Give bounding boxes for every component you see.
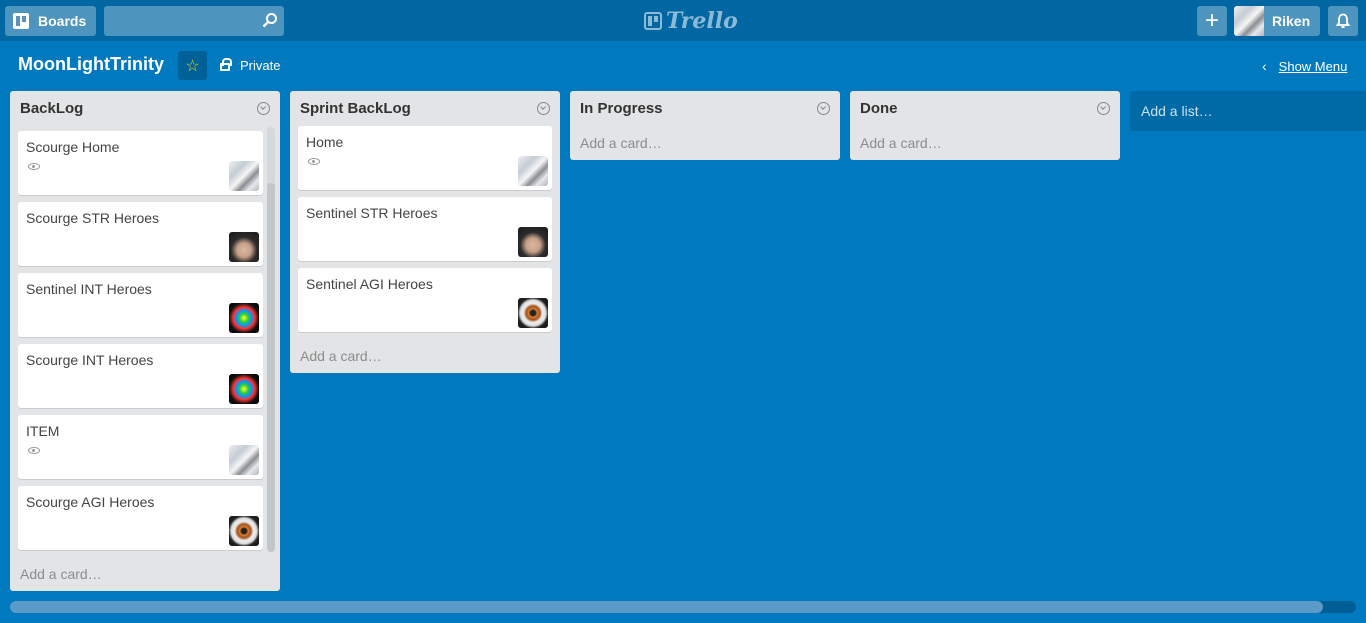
plus-icon: +: [1204, 7, 1219, 34]
member-avatar[interactable]: [518, 298, 548, 328]
list-menu-icon[interactable]: [817, 101, 830, 115]
watch-eye-icon: [308, 158, 320, 165]
card-scourge-int-heroes[interactable]: Scourge INT Heroes: [18, 344, 263, 408]
star-icon: ☆: [185, 57, 200, 75]
show-menu-label: Show Menu: [1278, 58, 1348, 74]
card-title: Scourge AGI Heroes: [26, 494, 155, 510]
visibility-label: Private: [240, 58, 281, 73]
list-menu-icon[interactable]: [537, 101, 550, 115]
card-scourge-agi-heroes[interactable]: Scourge AGI Heroes: [18, 486, 263, 550]
list-title[interactable]: Sprint BackLog: [300, 100, 411, 117]
card-sentinel-agi-heroes[interactable]: Sentinel AGI Heroes: [298, 268, 552, 332]
user-menu-button[interactable]: Riken: [1234, 6, 1320, 36]
member-avatar[interactable]: [229, 374, 259, 404]
add-list-button[interactable]: Add a list…: [1130, 91, 1366, 131]
add-card-link[interactable]: Add a card…: [860, 135, 942, 151]
list-sprint-backlog: Sprint BackLog Home Sentinel STR Heroes …: [290, 91, 560, 373]
show-menu-link[interactable]: ‹ Show Menu: [1262, 58, 1347, 74]
user-name: Riken: [1272, 13, 1311, 29]
member-avatar[interactable]: [229, 232, 259, 262]
watch-eye-icon: [28, 163, 40, 170]
trello-logo-text: Trello: [666, 8, 738, 34]
lock-icon: [220, 58, 232, 71]
list-menu-icon[interactable]: [1097, 101, 1110, 115]
member-avatar[interactable]: [229, 445, 259, 475]
watch-eye-icon: [28, 447, 40, 454]
member-avatar[interactable]: [518, 156, 548, 186]
add-card-link[interactable]: Add a card…: [580, 135, 662, 151]
add-button[interactable]: +: [1197, 6, 1227, 36]
list-backlog: BackLog Scourge Home Scourge STR Heroes …: [10, 91, 280, 591]
boards-label: Boards: [38, 13, 87, 29]
trello-logo-icon: [644, 12, 662, 30]
card-scourge-str-heroes[interactable]: Scourge STR Heroes: [18, 202, 263, 266]
star-button[interactable]: ☆: [178, 51, 207, 80]
card-title: Scourge INT Heroes: [26, 352, 154, 368]
board-scrollbar-thumb[interactable]: [10, 601, 1323, 613]
card-home[interactable]: Home: [298, 126, 552, 190]
list-scrollbar-thumb[interactable]: [267, 183, 275, 552]
search-icon[interactable]: [262, 12, 278, 28]
search-input[interactable]: [104, 6, 284, 36]
add-card-link[interactable]: Add a card…: [300, 348, 382, 364]
card-title: Sentinel AGI Heroes: [306, 276, 433, 292]
card-title: Home: [306, 134, 344, 150]
card-title: Scourge STR Heroes: [26, 210, 160, 226]
boards-icon: [13, 13, 29, 29]
list-header[interactable]: Sprint BackLog: [290, 91, 560, 125]
list-title[interactable]: In Progress: [580, 100, 663, 117]
list-title[interactable]: Done: [860, 100, 898, 117]
top-header: Boards Trello + Riken: [0, 0, 1366, 41]
card-scourge-home[interactable]: Scourge Home: [18, 131, 263, 195]
list-menu-icon[interactable]: [257, 101, 270, 115]
add-card-link[interactable]: Add a card…: [20, 566, 102, 582]
member-avatar[interactable]: [229, 303, 259, 333]
list-title[interactable]: BackLog: [20, 100, 83, 117]
chevron-left-icon: ‹: [1262, 58, 1267, 74]
card-title: Sentinel STR Heroes: [306, 205, 438, 221]
list-done: Done Add a card…: [850, 91, 1120, 160]
card-sentinel-int-heroes[interactable]: Sentinel INT Heroes: [18, 273, 263, 337]
card-title: Scourge Home: [26, 139, 120, 155]
list-header[interactable]: Done: [850, 91, 1120, 125]
trello-logo[interactable]: Trello: [644, 8, 738, 34]
board-title[interactable]: MoonLightTrinity: [18, 54, 164, 75]
card-title: Sentinel INT Heroes: [26, 281, 152, 297]
card-title: ITEM: [26, 423, 60, 439]
boards-button[interactable]: Boards: [5, 6, 96, 36]
visibility-button[interactable]: Private: [220, 58, 280, 73]
list-header[interactable]: BackLog: [10, 91, 280, 125]
member-avatar[interactable]: [229, 516, 259, 546]
list-header[interactable]: In Progress: [570, 91, 840, 125]
member-avatar[interactable]: [229, 161, 259, 191]
card-sentinel-str-heroes[interactable]: Sentinel STR Heroes: [298, 197, 552, 261]
bell-icon: [1335, 13, 1351, 28]
member-avatar[interactable]: [518, 227, 548, 257]
user-avatar: [1234, 6, 1264, 36]
list-in-progress: In Progress Add a card…: [570, 91, 840, 160]
card-item[interactable]: ITEM: [18, 415, 263, 479]
notifications-button[interactable]: [1328, 6, 1358, 36]
